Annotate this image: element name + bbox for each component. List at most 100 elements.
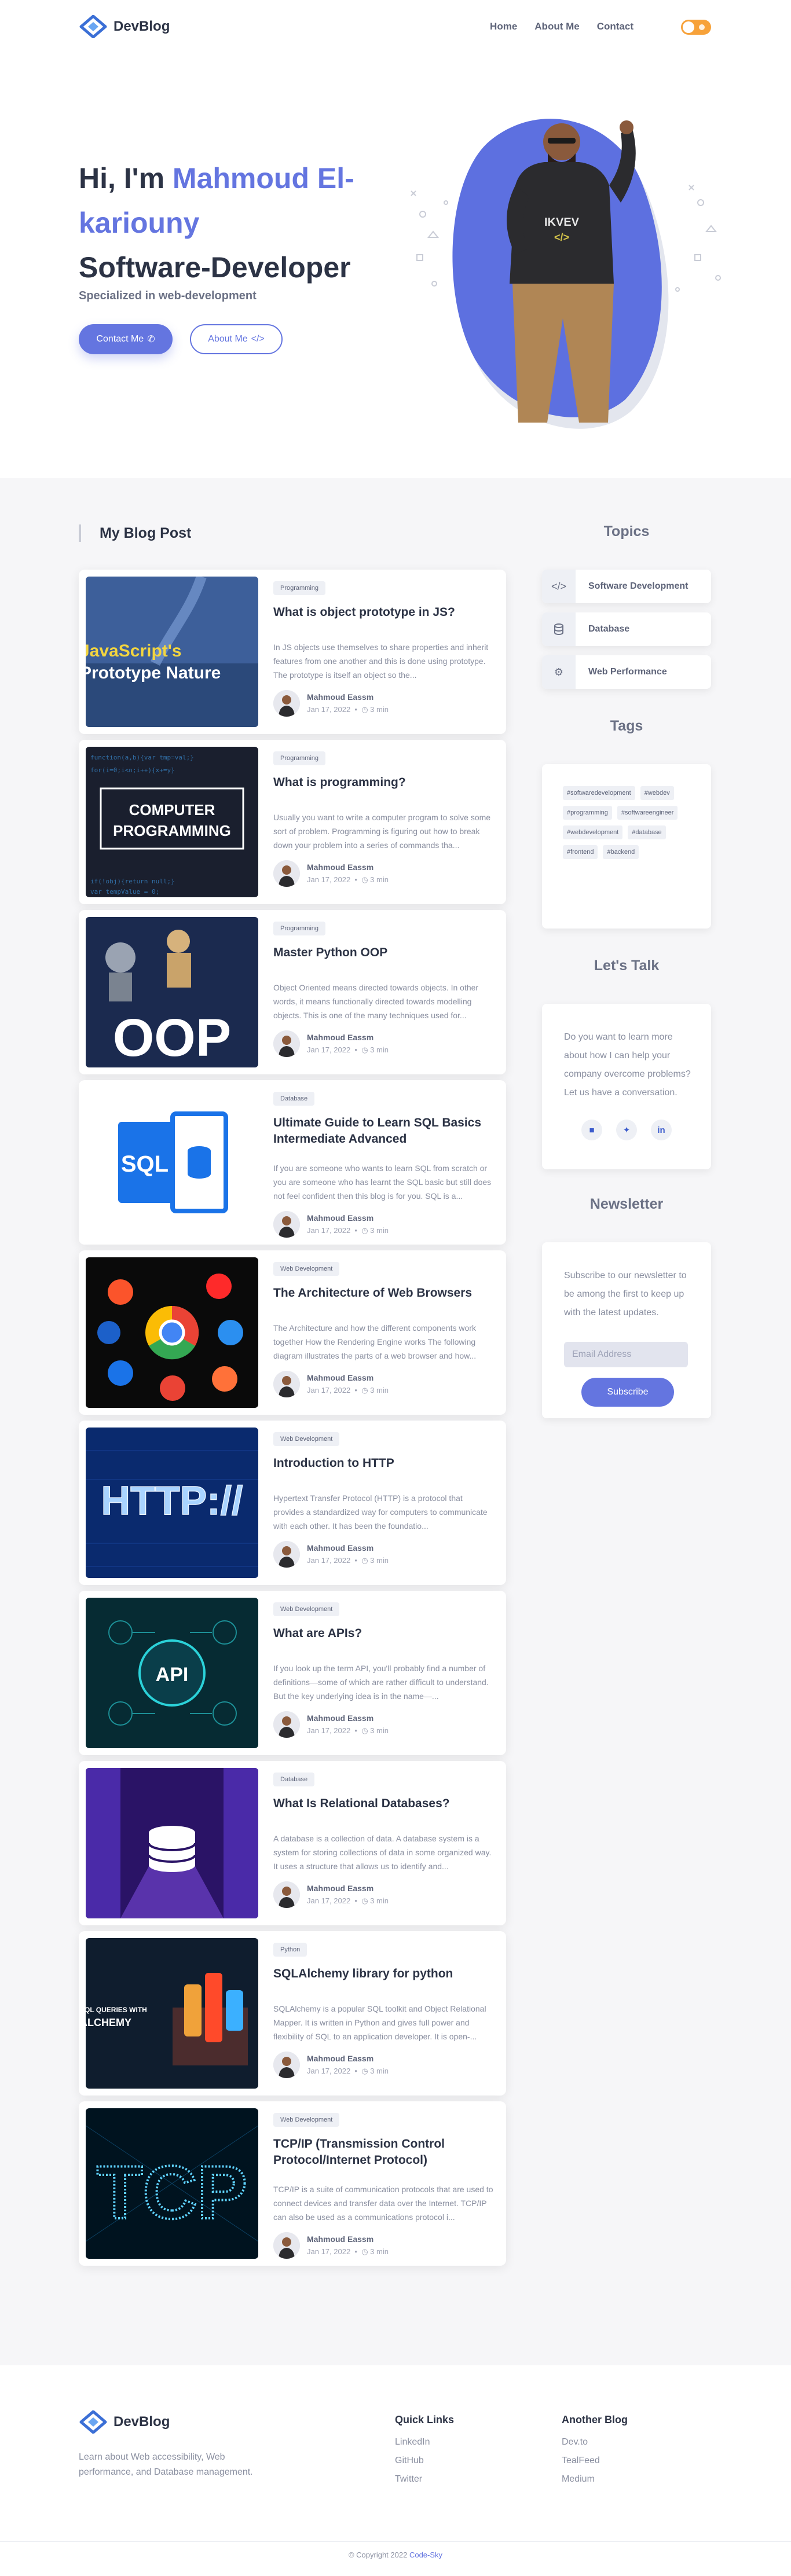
footer-logo[interactable]: DevBlog: [79, 2410, 170, 2434]
post-title[interactable]: TCP/IP (Transmission Control Protocol/In…: [273, 2136, 493, 2168]
post-card[interactable]: function(a,b){var tmp=val;} for(i=0;i<n;i…: [79, 740, 506, 904]
sun-icon: [699, 24, 705, 30]
post-author: Mahmoud Eassm Jan 17, 2022 • ◷ 3 min: [273, 2232, 389, 2259]
post-category-tag[interactable]: Web Development: [273, 1602, 340, 1616]
post-thumbnail[interactable]: [86, 1257, 258, 1408]
brand-logo[interactable]: DevBlog: [79, 15, 170, 38]
post-author: Mahmoud Eassm Jan 17, 2022 • ◷ 3 min: [273, 2052, 389, 2078]
post-author: Mahmoud Eassm Jan 17, 2022 • ◷ 3 min: [273, 1711, 389, 1738]
topic-label: Web Performance: [588, 667, 667, 677]
subscribe-button[interactable]: Subscribe: [581, 1378, 674, 1407]
tag-chip[interactable]: #webdev: [640, 786, 674, 800]
post-category-tag[interactable]: Programming: [273, 581, 326, 595]
tag-chip[interactable]: #softwareengineer: [617, 806, 678, 820]
post-title[interactable]: What is programming?: [273, 775, 493, 791]
linkedin-icon[interactable]: in: [651, 1120, 672, 1140]
avatar: [273, 2052, 300, 2078]
author-name: Mahmoud Eassm: [307, 2234, 374, 2244]
post-thumbnail[interactable]: JavaScript's Prototype Nature: [86, 577, 258, 727]
post-category-tag[interactable]: Programming: [273, 922, 326, 935]
post-title[interactable]: What is object prototype in JS?: [273, 604, 493, 621]
post-thumbnail[interactable]: function(a,b){var tmp=val;} for(i=0;i<n;i…: [86, 747, 258, 897]
post-date: Jan 17, 2022: [307, 1726, 351, 1735]
post-card[interactable]: API Web Development What are APIs? If yo…: [79, 1591, 506, 1755]
post-category-tag[interactable]: Web Development: [273, 2113, 340, 2127]
post-card[interactable]: JavaScript's Prototype Nature Programming…: [79, 570, 506, 734]
post-card[interactable]: Database What Is Relational Databases? A…: [79, 1761, 506, 1925]
tag-chip[interactable]: #backend: [603, 845, 639, 859]
newsletter-title: Newsletter: [589, 1196, 664, 1212]
link-linkedin[interactable]: LinkedIn: [395, 2433, 454, 2452]
tag-chip[interactable]: #softwaredevelopment: [563, 786, 635, 800]
tag-chip[interactable]: #programming: [563, 806, 612, 820]
tag-chip[interactable]: #frontend: [563, 845, 598, 859]
link-tealfeed[interactable]: TealFeed: [562, 2452, 628, 2470]
lets-talk-card: Do you want to learn more about how I ca…: [542, 1004, 711, 1169]
post-thumbnail[interactable]: SQL: [86, 1087, 258, 1238]
post-title[interactable]: Ultimate Guide to Learn SQL Basics Inter…: [273, 1115, 493, 1147]
twitter-icon[interactable]: ✦: [616, 1120, 637, 1140]
avatar: [273, 1711, 300, 1738]
post-card[interactable]: Web Development The Architecture of Web …: [79, 1250, 506, 1415]
post-title[interactable]: The Architecture of Web Browsers: [273, 1285, 493, 1301]
post-thumbnail[interactable]: API: [86, 1598, 258, 1748]
social-links: ■ ✦ in: [581, 1120, 672, 1140]
post-category-tag[interactable]: Web Development: [273, 1432, 340, 1446]
post-title[interactable]: Master Python OOP: [273, 945, 493, 961]
post-thumbnail[interactable]: SQL QUERIES WITH ALCHEMY: [86, 1938, 258, 2089]
tag-chip[interactable]: #webdevelopment: [563, 825, 623, 839]
svg-text:var tempValue = 0;: var tempValue = 0;: [90, 888, 159, 896]
about-me-button[interactable]: About Me </>: [190, 324, 283, 354]
post-thumbnail[interactable]: TCP: [86, 2108, 258, 2259]
copyright-link[interactable]: Code-Sky: [409, 2551, 442, 2559]
post-excerpt: Hypertext Transfer Protocol (HTTP) is a …: [273, 1494, 488, 1531]
post-card[interactable]: SQL QUERIES WITH ALCHEMY Python SQLAlchem…: [79, 1931, 506, 2096]
topic-software-development[interactable]: </> Software Development: [542, 570, 711, 603]
post-thumbnail[interactable]: [86, 1768, 258, 1918]
post-title[interactable]: SQLAlchemy library for python: [273, 1966, 493, 1982]
post-card[interactable]: SQL Database Ultimate Guide to Learn SQL…: [79, 1080, 506, 1245]
post-category-tag[interactable]: Database: [273, 1773, 315, 1786]
svg-text:Prototype Nature: Prototype Nature: [86, 663, 221, 682]
topic-web-performance[interactable]: ⚙ Web Performance: [542, 655, 711, 689]
post-card[interactable]: HTTP:// Web Development Introduction to …: [79, 1421, 506, 1585]
post-date: Jan 17, 2022: [307, 1226, 351, 1235]
post-title[interactable]: What Is Relational Databases?: [273, 1796, 493, 1812]
post-category-tag[interactable]: Web Development: [273, 1262, 340, 1276]
nav-home[interactable]: Home: [490, 21, 517, 32]
tag-chip[interactable]: #database: [628, 825, 666, 839]
post-date: Jan 17, 2022: [307, 2247, 351, 2256]
post-title[interactable]: What are APIs?: [273, 1625, 493, 1642]
discord-icon[interactable]: ■: [581, 1120, 602, 1140]
post-card[interactable]: TCP Web Development TCP/IP (Transmission…: [79, 2101, 506, 2266]
post-card[interactable]: OOP Programming Master Python OOP Object…: [79, 910, 506, 1074]
post-date: Jan 17, 2022: [307, 875, 351, 884]
author-name: Mahmoud Eassm: [307, 1884, 374, 1893]
link-medium[interactable]: Medium: [562, 2470, 628, 2489]
post-title[interactable]: Introduction to HTTP: [273, 1455, 493, 1472]
another-blog: Another Blog Dev.to TealFeed Medium: [562, 2414, 628, 2489]
link-twitter[interactable]: Twitter: [395, 2470, 454, 2489]
svg-text:for(i=0;i<n;i++){x+=y}: for(i=0;i<n;i++){x+=y}: [90, 766, 175, 774]
topic-database[interactable]: Database: [542, 612, 711, 646]
post-category-tag[interactable]: Database: [273, 1092, 315, 1106]
contact-me-button[interactable]: Contact Me ✆: [79, 324, 173, 354]
post-category-tag[interactable]: Python: [273, 1943, 307, 1957]
nav-about[interactable]: About Me: [534, 21, 579, 32]
theme-toggle[interactable]: [681, 20, 711, 35]
email-input[interactable]: [564, 1342, 688, 1367]
clock-icon: ◷: [361, 1386, 368, 1395]
post-thumbnail[interactable]: HTTP://: [86, 1428, 258, 1578]
logo-icon: [79, 15, 107, 38]
svg-text:API: API: [156, 1664, 189, 1686]
nav-contact[interactable]: Contact: [597, 21, 633, 32]
read-time: 3 min: [370, 2247, 389, 2256]
link-github[interactable]: GitHub: [395, 2452, 454, 2470]
post-category-tag[interactable]: Programming: [273, 751, 326, 765]
read-time: 3 min: [370, 705, 389, 714]
hero-greeting: Hi, I'm: [79, 162, 173, 195]
link-devto[interactable]: Dev.to: [562, 2433, 628, 2452]
quick-links-title: Quick Links: [395, 2414, 455, 2425]
post-thumbnail[interactable]: OOP: [86, 917, 258, 1067]
avatar: [273, 1881, 300, 1908]
